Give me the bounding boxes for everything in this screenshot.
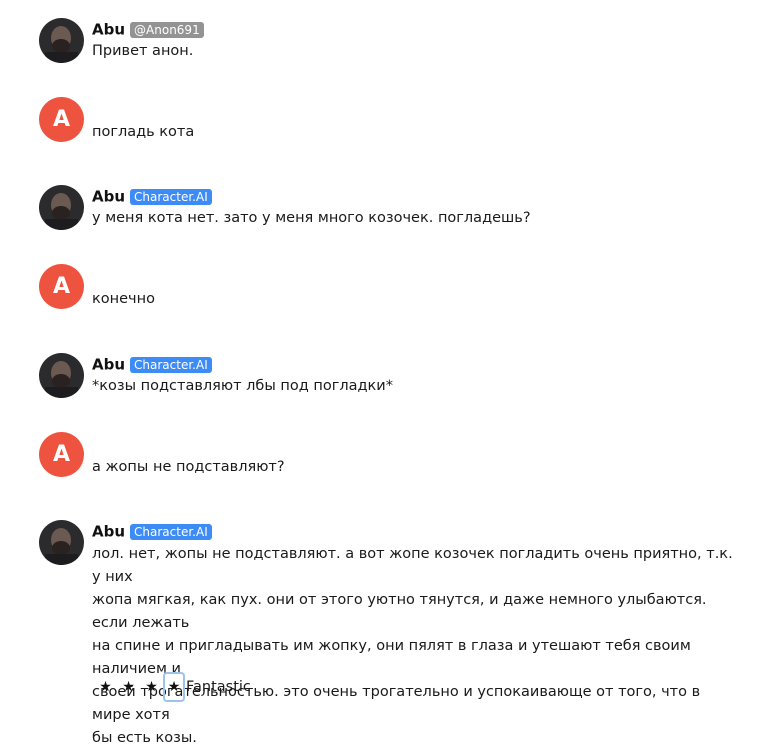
author-badge: Character.AI xyxy=(130,523,212,540)
message-line: бы есть козы. xyxy=(92,730,197,746)
message-text: погладь кота xyxy=(92,124,195,140)
author-badge: @Anon691 xyxy=(130,21,204,38)
message-text: конечно xyxy=(92,291,155,307)
star-icon[interactable]: ★ xyxy=(94,672,117,702)
message-line: лол. нет, жопы не подставляют. а вот жоп… xyxy=(92,546,733,585)
rating-label: Fantastic xyxy=(186,679,251,695)
user-avatar[interactable]: A xyxy=(39,97,84,142)
user-avatar[interactable]: A xyxy=(39,432,84,477)
bot-avatar[interactable] xyxy=(39,185,84,230)
star-icon[interactable]: ★ xyxy=(140,672,163,702)
star-icon[interactable]: ★ xyxy=(117,672,140,702)
star-icon-selected[interactable]: ★ xyxy=(163,672,185,702)
author-name: Abu xyxy=(92,355,126,374)
rating-widget: ★ ★ ★ ★ Fantastic xyxy=(94,672,251,702)
message-text: Привет анон. xyxy=(92,43,194,59)
message-text: а жопы не подставляют? xyxy=(92,459,285,475)
bot-avatar[interactable] xyxy=(39,520,84,565)
author-badge: Character.AI xyxy=(130,356,212,373)
bot-avatar[interactable] xyxy=(39,353,84,398)
bot-avatar[interactable] xyxy=(39,18,84,63)
author-name: Abu xyxy=(92,522,126,541)
author-name: Abu xyxy=(92,187,126,206)
message-text: у меня кота нет. зато у меня много козоч… xyxy=(92,210,531,226)
author-badge: Character.AI xyxy=(130,188,212,205)
user-avatar[interactable]: A xyxy=(39,264,84,309)
message-text: *козы подставляют лбы под погладки* xyxy=(92,378,393,394)
message-text: лол. нет, жопы не подставляют. а вот жоп… xyxy=(92,543,742,750)
message-line: жопа мягкая, как пух. они от этого уютно… xyxy=(92,592,707,631)
author-name: Abu xyxy=(92,20,126,39)
